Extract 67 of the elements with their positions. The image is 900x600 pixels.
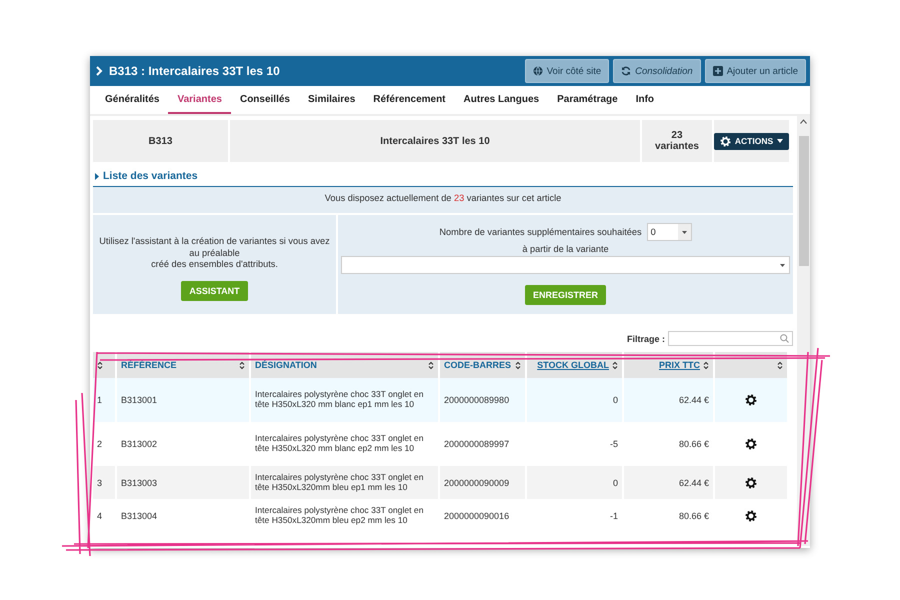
- tab[interactable]: Conseillés: [230, 86, 299, 114]
- gear-icon: [745, 394, 757, 406]
- sort-icon: [612, 360, 618, 370]
- sort-icon: [777, 360, 783, 370]
- scrollbar-thumb[interactable]: [798, 136, 808, 266]
- filter-label: Filtrage :: [626, 334, 665, 344]
- table-row[interactable]: 1 B313001 Intercalaires polystyrène choc 33T onglet en tête H350xL320 mm blanc ep1 mm les 10 2000000089980 0 62.44 €: [93, 378, 787, 422]
- table-cell: 2000000089980: [440, 378, 525, 422]
- filter-field[interactable]: [668, 331, 793, 346]
- tab[interactable]: Référencement: [364, 86, 455, 114]
- table-cell: B313003: [117, 466, 249, 499]
- table-row[interactable]: 4 B313004 Intercalaires polystyrène choc 33T onglet en tête H350xL320mm bleu ep2 mm les 10 2000000090016 -1 80.66 €: [93, 499, 787, 532]
- caret-icon: [780, 264, 785, 266]
- gear-icon: [720, 136, 731, 146]
- tab[interactable]: Variantes: [168, 86, 231, 114]
- field-label: à partir de la variante: [522, 244, 609, 254]
- header-button[interactable]: Voir côté site: [524, 59, 610, 83]
- gear-icon: [745, 510, 757, 522]
- table-cell: Intercalaires polystyrène choc 33T onglet en tête H350xL320 mm blanc ep1 mm les 10: [251, 378, 438, 422]
- page-title: B313 : Intercalaires 33T les 10: [96, 64, 521, 78]
- table-cell: Intercalaires polystyrène choc 33T onglet en tête H350xL320mm bleu ep1 mm les 10: [251, 466, 438, 499]
- row-settings-button[interactable]: [745, 510, 757, 522]
- row-settings-button[interactable]: [745, 394, 757, 406]
- row-number: 3: [93, 466, 115, 499]
- header-button[interactable]: Consolidation: [613, 59, 701, 83]
- caret-icon: [777, 139, 784, 143]
- sort-icon: [97, 360, 103, 370]
- tab[interactable]: Autres Langues: [454, 86, 548, 114]
- field-label: Nombre de variantes supplémentaires souhaitées: [439, 227, 642, 237]
- assistant-text: Utilisez l'assistant à la création de variantes si vous avez au préalable créé des ensembles d'attributs.: [98, 236, 331, 271]
- table-cell: 0: [527, 466, 622, 499]
- sort-icon: [703, 360, 709, 370]
- product-name-cell: Intercalaires 33T les 10: [230, 120, 640, 162]
- table-cell: 2000000090009: [440, 466, 525, 499]
- gear-icon: [745, 438, 757, 450]
- header-button[interactable]: Ajouter un article: [704, 59, 806, 83]
- globe-icon: [532, 66, 543, 76]
- actions-button[interactable]: ACTIONS: [714, 132, 790, 150]
- row-settings-button[interactable]: [745, 476, 757, 488]
- table-cell: 62.44 €: [624, 466, 713, 499]
- table-cell: B313001: [117, 378, 249, 422]
- table-row[interactable]: 2 B313002 Intercalaires polystyrène choc 33T onglet en tête H350xL320 mm blanc ep2 mm les 10 2000000089997 -5 80.66 €: [93, 422, 787, 466]
- tab[interactable]: Paramétrage: [548, 86, 627, 114]
- caret-icon: [95, 172, 99, 180]
- variant-count-text: Vous disposez actuellement de 23 variantes sur cet article: [324, 193, 562, 203]
- count-select[interactable]: 0: [646, 223, 692, 241]
- caret-icon: [682, 230, 687, 234]
- sort-icon: [239, 360, 245, 370]
- search-icon: [780, 334, 789, 343]
- tab[interactable]: Info: [626, 86, 664, 114]
- table-cell: 0: [527, 378, 622, 422]
- refresh-icon: [621, 66, 632, 76]
- tab[interactable]: Généralités: [96, 86, 168, 114]
- sort-icon: [428, 360, 434, 370]
- reference-cell: B313: [93, 120, 228, 162]
- table-row[interactable]: 3 B313003 Intercalaires polystyrène choc 33T onglet en tête H350xL320mm bleu ep1 mm les 10 2000000090009 0 62.44 €: [93, 466, 787, 499]
- row-settings-button[interactable]: [745, 438, 757, 450]
- sort-icon: [515, 360, 521, 370]
- column-header[interactable]: PRIX TTC: [624, 352, 713, 378]
- variant-count-cell: 23 variantes: [642, 120, 712, 162]
- caret-icon: [800, 119, 807, 124]
- chevron-right-icon: [96, 66, 103, 76]
- tab[interactable]: Similaires: [299, 86, 364, 114]
- plus-square-icon: [712, 66, 723, 76]
- row-number: 1: [93, 378, 115, 422]
- gear-icon: [745, 476, 757, 488]
- table-cell: 62.44 €: [624, 378, 713, 422]
